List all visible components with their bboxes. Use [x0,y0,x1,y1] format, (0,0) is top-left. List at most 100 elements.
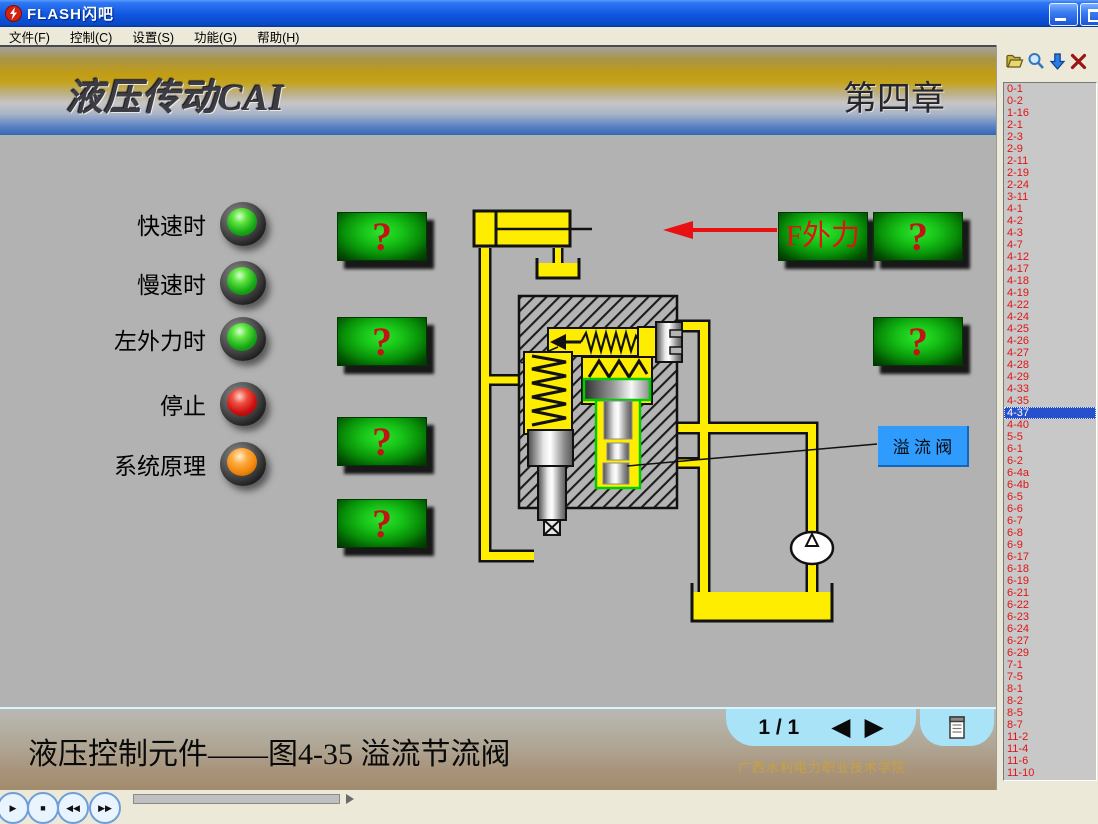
playlist-item[interactable]: 6-29 [1004,647,1096,659]
playlist-item[interactable]: 7-1 [1004,659,1096,671]
playlist-item[interactable]: 2-3 [1004,131,1096,143]
minimize-button[interactable] [1049,3,1078,26]
playlist-item[interactable]: 6-4b [1004,479,1096,491]
playlist-item[interactable]: 7-5 [1004,671,1096,683]
stage-footer: 液压控制元件——图4-35 溢流节流阀 1 / 1 ◀ ▶ 广西水利电力职业技术… [0,707,996,792]
playlist-item[interactable]: 5-5 [1004,431,1096,443]
playlist-item[interactable]: 6-21 [1004,587,1096,599]
playlist-item[interactable]: 4-17 [1004,263,1096,275]
open-folder-icon[interactable] [1005,52,1024,71]
led-button[interactable] [220,317,266,361]
spool-stem [604,401,632,439]
playlist-item[interactable]: 11-10 [1004,767,1096,779]
playlist-item[interactable]: 4-33 [1004,383,1096,395]
question-button[interactable]: ? [337,499,427,548]
next-track-button[interactable]: ▶▶ [89,792,121,824]
menu-item[interactable]: 设置(S) [123,27,185,46]
playlist-item[interactable]: 11-2 [1004,731,1096,743]
led-button[interactable] [220,202,266,246]
playlist-item[interactable]: 11-6 [1004,755,1096,767]
playlist-item[interactable]: 4-12 [1004,251,1096,263]
stop-button[interactable]: ■ [27,792,59,824]
playlist-item[interactable]: 8-2 [1004,695,1096,707]
playlist-item[interactable]: 4-7 [1004,239,1096,251]
prev-page-button[interactable]: ◀ [831,715,850,740]
external-force-button[interactable]: F外力 [778,212,868,261]
playlist-item[interactable]: 6-17 [1004,551,1096,563]
playlist-item[interactable]: 2-1 [1004,119,1096,131]
playlist-item[interactable]: 2-24 [1004,179,1096,191]
playlist-item[interactable]: 2-19 [1004,167,1096,179]
control-label: 慢速时 [137,266,206,300]
playlist-item[interactable]: 6-23 [1004,611,1096,623]
playlist-item[interactable]: 4-29 [1004,371,1096,383]
playlist-item[interactable]: 4-24 [1004,311,1096,323]
playlist-item[interactable]: 6-27 [1004,635,1096,647]
playlist-item[interactable]: 6-2 [1004,455,1096,467]
pump [791,532,833,564]
playlist-item[interactable]: 3-11 [1004,191,1096,203]
led-button[interactable] [220,261,266,305]
delete-icon[interactable] [1069,52,1088,71]
playlist-item[interactable]: 4-40 [1004,419,1096,431]
playlist-item[interactable]: 6-7 [1004,515,1096,527]
playlist-item[interactable]: 2-11 [1004,155,1096,167]
question-button[interactable]: ? [337,212,427,261]
question-button[interactable]: ? [873,317,963,366]
playlist-item[interactable]: 8-5 [1004,707,1096,719]
led-button[interactable] [220,382,266,426]
playlist-item[interactable]: 6-8 [1004,527,1096,539]
playlist: 0-10-21-162-12-32-92-112-192-243-114-14-… [1003,82,1097,781]
question-button[interactable]: ? [337,317,427,366]
playlist-item[interactable]: 6-5 [1004,491,1096,503]
playlist-item[interactable]: 4-1 [1004,203,1096,215]
playlist-item[interactable]: 6-24 [1004,623,1096,635]
notes-button[interactable] [920,709,994,746]
playlist-item[interactable]: 6-9 [1004,539,1096,551]
spool-cap [584,379,650,400]
playlist-item[interactable]: 4-37 [1004,407,1096,419]
control-row: 快速时 [40,200,266,248]
playlist-item[interactable]: 6-22 [1004,599,1096,611]
playlist-item[interactable]: 6-6 [1004,503,1096,515]
menu-item[interactable]: 帮助(H) [248,27,310,46]
playlist-item[interactable]: 4-25 [1004,323,1096,335]
playlist-item[interactable]: 4-2 [1004,215,1096,227]
led-button[interactable] [220,442,266,486]
playlist-item[interactable]: 1-16 [1004,107,1096,119]
maximize-button[interactable] [1080,3,1098,26]
playlist-item[interactable]: 4-19 [1004,287,1096,299]
playlist-item[interactable]: 4-22 [1004,299,1096,311]
playlist-item[interactable]: 4-27 [1004,347,1096,359]
playlist-item[interactable]: 0-2 [1004,95,1096,107]
control-row: 停止 [40,380,266,428]
play-button[interactable]: ▶ [0,792,29,824]
playlist-item[interactable]: 11-4 [1004,743,1096,755]
playlist-item[interactable]: 6-1 [1004,443,1096,455]
playlist-item[interactable]: 4-35 [1004,395,1096,407]
playlist-item[interactable]: 6-4a [1004,467,1096,479]
playlist-item[interactable]: 6-18 [1004,563,1096,575]
playlist-item[interactable]: 8-1 [1004,683,1096,695]
control-row: 慢速时 [40,259,266,307]
playlist-item[interactable]: 4-26 [1004,335,1096,347]
menu-item[interactable]: 功能(G) [185,27,248,46]
control-row: 系统原理 [40,440,266,488]
question-button[interactable]: ? [873,212,963,261]
playlist-item[interactable]: 4-18 [1004,275,1096,287]
menu-item[interactable]: 文件(F) [0,27,61,46]
menu-item[interactable]: 控制(C) [61,27,123,46]
playlist-item[interactable]: 2-9 [1004,143,1096,155]
question-button[interactable]: ? [337,417,427,466]
next-page-button[interactable]: ▶ [864,715,883,740]
plunger [538,466,566,520]
prev-track-button[interactable]: ◀◀ [57,792,89,824]
playlist-item[interactable]: 0-1 [1004,83,1096,95]
playlist-item[interactable]: 4-3 [1004,227,1096,239]
relief-valve-label: 溢 流 阀 [878,426,969,467]
download-icon[interactable] [1048,52,1067,71]
playlist-item[interactable]: 8-7 [1004,719,1096,731]
zoom-icon[interactable] [1027,52,1046,71]
playlist-item[interactable]: 6-19 [1004,575,1096,587]
playlist-item[interactable]: 4-28 [1004,359,1096,371]
